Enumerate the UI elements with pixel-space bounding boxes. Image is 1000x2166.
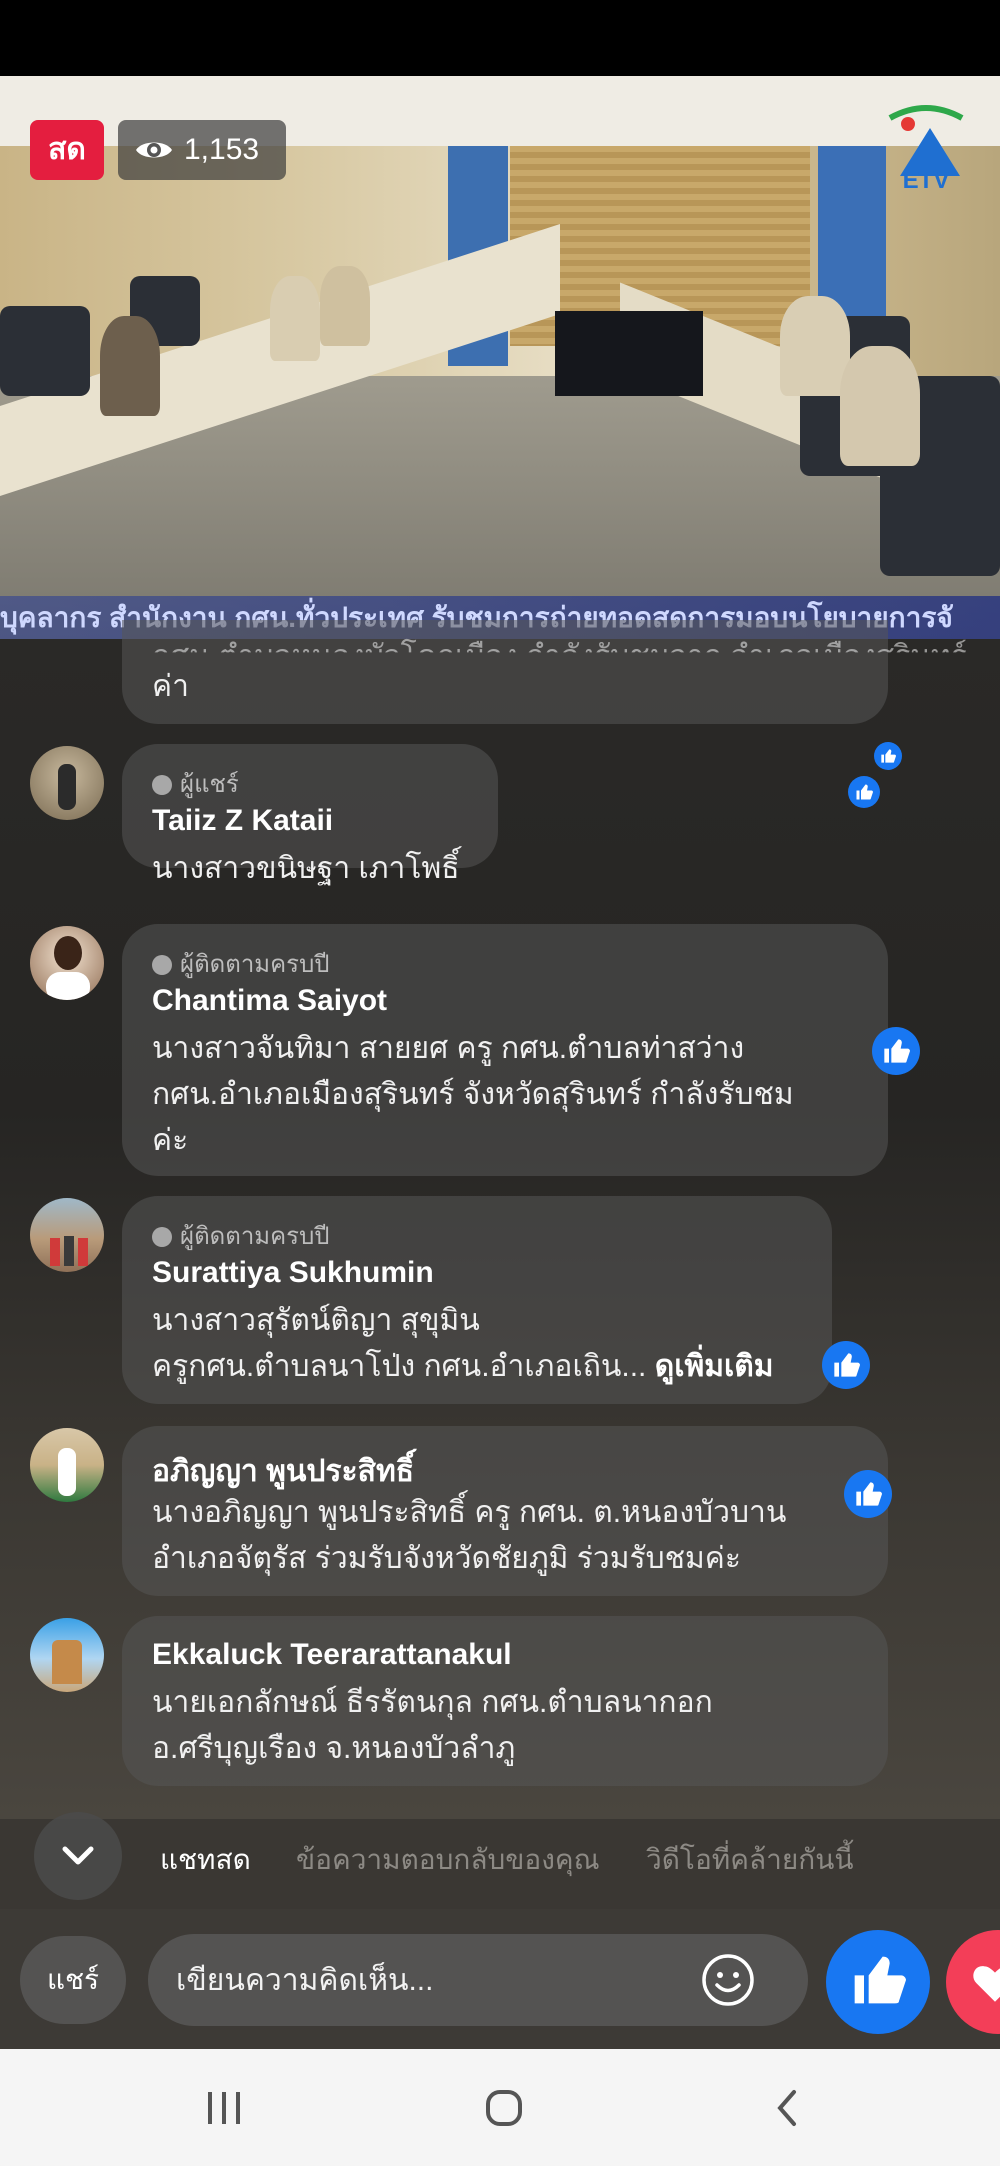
comment-like-reaction xyxy=(822,1341,870,1389)
top-fan-badge-icon xyxy=(152,955,172,975)
recent-apps-icon[interactable] xyxy=(204,2090,244,2126)
comment-text: ค่า xyxy=(152,670,189,703)
comment-text: ครูกศน.ตำบลนาโป่ง กศน.อำเภอเถิน... ดูเพิ… xyxy=(152,1350,774,1383)
etv-logo: ETV xyxy=(888,105,964,190)
conference-monitor xyxy=(555,311,703,396)
comment-text: นายเอกลักษณ์ ธีรรัตนกุล กศน.ตำบลนากอก xyxy=(152,1686,713,1719)
tab-live-chat[interactable]: แชทสด xyxy=(160,1838,251,1882)
etv-logo-text: ETV xyxy=(903,167,950,190)
floating-like-reaction xyxy=(848,776,880,808)
comment-like-reaction xyxy=(872,1027,920,1075)
comment-author[interactable]: Chantima Saiyot xyxy=(152,984,387,1018)
attendee xyxy=(780,296,850,396)
thumbs-up-icon xyxy=(854,1956,906,2004)
avatar[interactable] xyxy=(30,1198,104,1272)
comment-text: กศน.อำเภอเมืองสุรินทร์ จังหวัดสุรินทร์ ก… xyxy=(152,1078,794,1111)
floating-like-reaction xyxy=(874,742,902,770)
thumbs-up-icon xyxy=(856,784,873,800)
comment-author[interactable]: อภิญญา พูนประสิทธิ์ xyxy=(152,1448,414,1495)
attendee xyxy=(100,316,160,416)
attendee xyxy=(270,276,320,361)
chevron-down-icon xyxy=(62,1846,94,1865)
emoji-icon[interactable] xyxy=(700,1952,756,2008)
back-icon[interactable] xyxy=(772,2088,802,2128)
top-fan-badge-icon xyxy=(152,1227,172,1247)
comment-badge: ผู้ติดตามครบปี xyxy=(152,944,330,983)
avatar[interactable] xyxy=(30,926,104,1000)
tab-your-replies[interactable]: ข้อความตอบกลับของคุณ xyxy=(296,1838,600,1882)
avatar[interactable] xyxy=(30,1428,104,1502)
thumbs-up-icon xyxy=(856,1482,882,1506)
thumbs-up-icon xyxy=(834,1353,860,1377)
comment-text: อ.ศรีบุญเรือง จ.หนองบัวลำภู xyxy=(152,1732,516,1765)
comment-input[interactable] xyxy=(174,1934,698,2028)
comment-like-reaction xyxy=(844,1470,892,1518)
eye-icon xyxy=(136,142,172,158)
viewer-count-badge: 1,153 xyxy=(118,120,286,180)
collapse-chat-button[interactable] xyxy=(34,1812,122,1900)
comment-input-wrapper[interactable] xyxy=(148,1934,808,2028)
tab-similar-videos[interactable]: วิดีโอที่คล้ายกันนี้ xyxy=(646,1838,853,1882)
comment-author[interactable]: Ekkaluck Teerarattanakul xyxy=(152,1638,512,1672)
viewer-count: 1,153 xyxy=(184,133,260,166)
attendee xyxy=(320,266,370,346)
thumbs-up-icon xyxy=(884,1039,910,1063)
sharer-badge-icon xyxy=(152,775,172,795)
comment-text: นางสาวจันทิมา สายยศ ครู กศน.ตำบลท่าสว่าง xyxy=(152,1032,745,1065)
comment-author[interactable]: Surattiya Sukhumin xyxy=(152,1256,434,1290)
share-button[interactable]: แชร์ xyxy=(20,1936,126,2024)
comment-text: ค่ะ xyxy=(152,1124,189,1157)
avatar[interactable] xyxy=(30,1618,104,1692)
comment-text: นางอภิญญา พูนประสิทธิ์ ครู กศน. ต.หนองบั… xyxy=(152,1496,787,1529)
thumbs-up-icon xyxy=(881,749,896,763)
live-badge: สด xyxy=(30,120,104,180)
comment-badge: ผู้แชร์ xyxy=(152,764,239,803)
like-reaction-button[interactable] xyxy=(826,1930,930,2034)
comment-text: นางสาวสุรัตน์ติญา สุขุมิน xyxy=(152,1304,480,1337)
home-icon[interactable] xyxy=(484,2088,524,2128)
comment-text: นางสาวขนิษฐา เภาโพธิ์ xyxy=(152,852,460,885)
see-more-link[interactable]: ดูเพิ่มเติม xyxy=(655,1350,774,1383)
status-bar xyxy=(0,0,1000,76)
comment-text: อำเภอจัตุรัส ร่วมรับจังหวัดชัยภูมิ ร่วมร… xyxy=(152,1542,741,1575)
attendee xyxy=(840,346,920,466)
heart-icon xyxy=(973,1966,1000,2002)
chair xyxy=(0,306,90,396)
comment-badge: ผู้ติดตามครบปี xyxy=(152,1216,330,1255)
comment-author[interactable]: Taiiz Z Kataii xyxy=(152,804,333,838)
avatar[interactable] xyxy=(30,746,104,820)
